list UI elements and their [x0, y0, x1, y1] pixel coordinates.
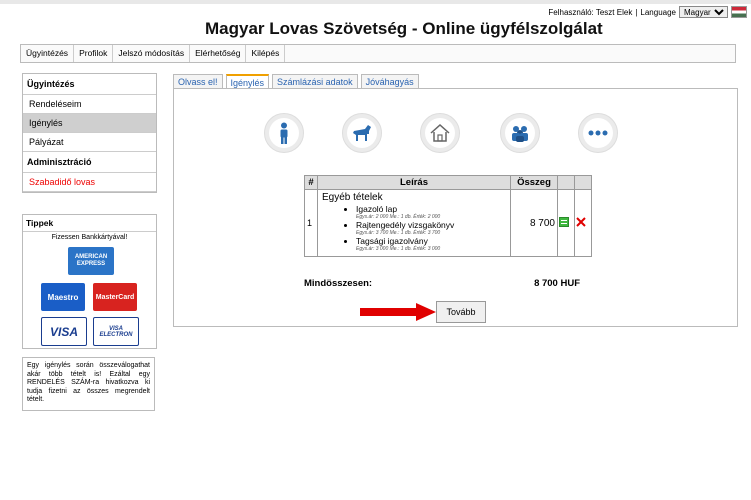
- content-panel: # Leírás Összeg 1 Egyéb tételek Igazoló …: [173, 88, 738, 327]
- more-icon[interactable]: [578, 113, 618, 153]
- language-select[interactable]: Magyar: [679, 6, 728, 18]
- arrow-pointer-icon: [360, 303, 436, 321]
- col-number: #: [304, 175, 318, 190]
- visa-logo: VISA: [41, 317, 87, 346]
- sidebar-heading-admin: Adminisztráció: [23, 152, 156, 173]
- list-item: Rajtengedély vizsgakönyvEgys.ár: 3 700 M…: [356, 220, 506, 236]
- tips-heading: Tippek: [23, 215, 156, 232]
- page-title: Magyar Lovas Szövetség - Online ügyfélsz…: [205, 19, 603, 38]
- language-label: Language: [640, 7, 676, 17]
- group-icon[interactable]: [500, 113, 540, 153]
- next-button[interactable]: Tovább: [436, 301, 486, 323]
- top-strip: [0, 0, 751, 4]
- group-title: Egyéb tételek: [322, 192, 383, 203]
- hungarian-flag-icon[interactable]: [731, 6, 747, 18]
- horse-icon[interactable]: [342, 113, 382, 153]
- col-description: Leírás: [317, 175, 511, 190]
- sidebar-item-palyazat[interactable]: Pályázat: [23, 133, 156, 152]
- col-amount: Összeg: [510, 175, 558, 190]
- amex-logo: AMERICAN EXPRESS: [68, 247, 114, 275]
- tips-subtitle: Fizessen Bankkártyával!: [51, 234, 128, 241]
- delete-icon[interactable]: [574, 189, 592, 257]
- user-bar: Felhasználó: Teszt Elek | Language Magya…: [548, 6, 747, 18]
- sidebar-item-rendeleseim[interactable]: Rendeléseim: [23, 95, 156, 114]
- maestro-logo: Maestro: [41, 283, 85, 311]
- table-row: 1 Egyéb tételek Igazoló lapEgys.ár: 2 00…: [304, 189, 592, 257]
- sidebar-item-szabadido[interactable]: Szabadidő lovas: [23, 173, 156, 192]
- list-item: Igazoló lapEgys.ár: 2 000 Me.: 1 db. Ért…: [356, 204, 506, 220]
- nav-elerhetoseg[interactable]: Elérhetőség: [190, 45, 247, 62]
- total-row: Mindösszesen: 8 700 HUF: [304, 278, 580, 289]
- top-navigation: Ügyintézés Profilok Jelszó módosítás Elé…: [20, 44, 736, 63]
- items-table: # Leírás Összeg 1 Egyéb tételek Igazoló …: [304, 175, 592, 257]
- person-icon[interactable]: [264, 113, 304, 153]
- nav-kilepes[interactable]: Kilépés: [246, 45, 286, 62]
- sidebar: Ügyintézés Rendeléseim Igénylés Pályázat…: [22, 73, 157, 193]
- sidebar-item-igenyles[interactable]: Igénylés: [23, 114, 156, 133]
- visa-electron-logo: VISA ELECTRON: [93, 317, 139, 346]
- total-label: Mindösszesen:: [304, 278, 373, 289]
- house-icon[interactable]: [420, 113, 460, 153]
- edit-icon[interactable]: [557, 189, 575, 257]
- nav-jelszo[interactable]: Jelszó módosítás: [113, 45, 191, 62]
- user-label: Felhasználó: Teszt Elek: [548, 7, 633, 17]
- row-amount: 8 700: [510, 189, 558, 257]
- tips-text: Egy igénylés során összeválogathat akár …: [22, 357, 155, 411]
- nav-profilok[interactable]: Profilok: [74, 45, 114, 62]
- nav-ugyintezes[interactable]: Ügyintézés: [21, 45, 75, 62]
- mastercard-logo: MasterCard: [93, 283, 137, 311]
- list-item: Tagsági igazolványEgys.ár: 3 000 Me.: 1 …: [356, 236, 506, 252]
- total-value: 8 700 HUF: [534, 278, 580, 289]
- row-number: 1: [304, 189, 318, 257]
- sidebar-heading: Ügyintézés: [23, 74, 156, 95]
- tips-box: Tippek Fizessen Bankkártyával! AMERICAN …: [22, 214, 157, 349]
